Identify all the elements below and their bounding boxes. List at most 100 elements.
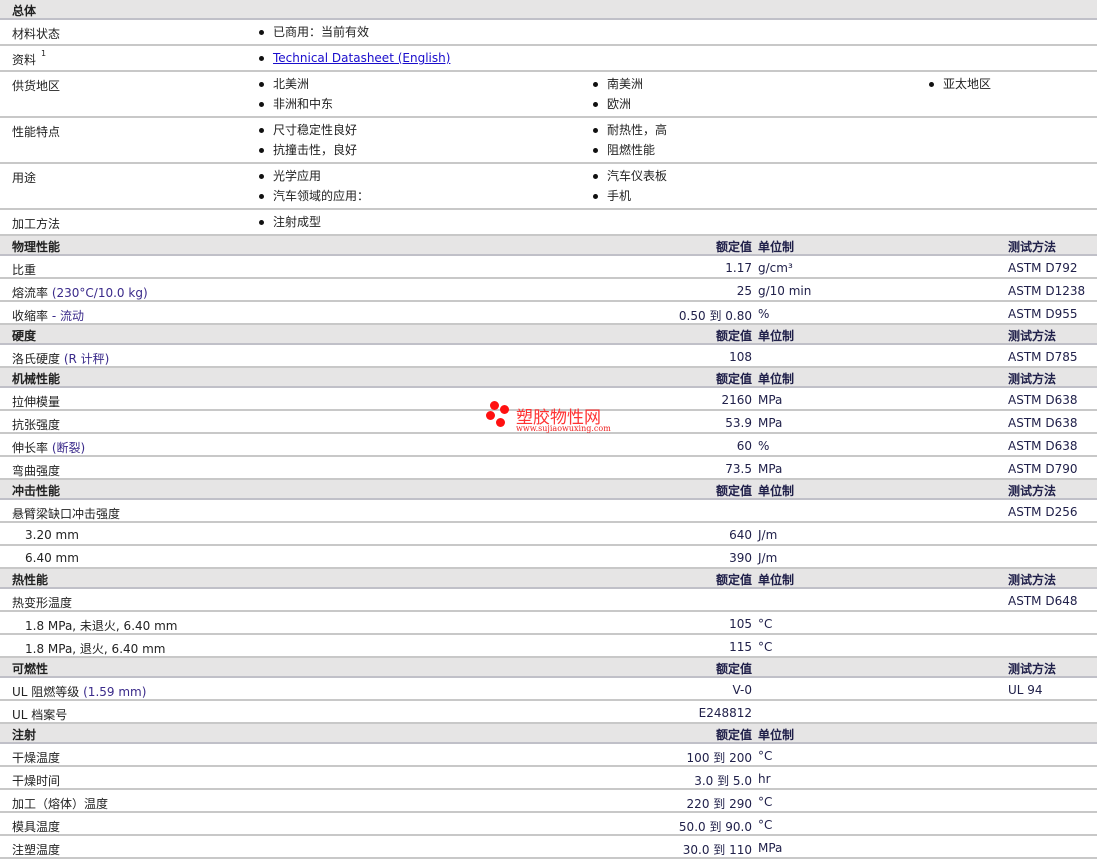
- column-unit-header: 单位制: [758, 573, 795, 587]
- section-header: 物理性能 额定值 单位制 测试方法: [0, 236, 1097, 256]
- list-item: 汽车领域的应用：: [258, 186, 592, 206]
- list-item-text: 南美洲: [607, 77, 644, 91]
- row-values: 尺寸稳定性良好 耐热性，高 抗撞击性，良好 阻燃性能: [258, 120, 1097, 160]
- property-name: 3.20 mm: [25, 528, 79, 542]
- column-unit-header: 单位制: [758, 329, 795, 343]
- section-title: 总体: [12, 4, 37, 18]
- property-label: 6.40 mm: [25, 551, 79, 565]
- property-label: UL 阻燃等级 (1.59 mm): [12, 683, 146, 700]
- list-item-text: 阻燃性能: [607, 143, 656, 157]
- column-unit-header: 单位制: [758, 484, 795, 498]
- list-item-text: 耐热性，高: [607, 123, 668, 137]
- section-title: 物理性能: [12, 240, 61, 254]
- list-item-text: 已商用：当前有效: [273, 25, 370, 39]
- list-item-text: 手机: [607, 189, 632, 203]
- property-value: 73.5: [725, 462, 752, 476]
- column-unit-header: 单位制: [758, 372, 795, 386]
- test-method: UL 94: [1008, 683, 1043, 697]
- property-name: 拉伸模量: [12, 395, 61, 409]
- row-label: 加工方法: [12, 217, 61, 231]
- section-title: 冲击性能: [12, 484, 61, 498]
- column-method-header: 测试方法: [1008, 662, 1057, 676]
- property-unit: hr: [758, 772, 771, 786]
- list-item-text: 非洲和中东: [273, 97, 334, 111]
- property-value: 390: [729, 551, 752, 565]
- column-nominal-header: 额定值: [715, 484, 752, 498]
- property-row: 悬臂梁缺口冲击强度 ASTM D256: [0, 500, 1097, 523]
- property-unit: °C: [758, 749, 773, 763]
- property-name: 悬臂梁缺口冲击强度: [12, 507, 121, 521]
- property-unit: MPa: [758, 462, 783, 476]
- test-method: ASTM D1238: [1008, 284, 1086, 298]
- general-row: 供货地区 北美洲 南美洲 亚太地区非洲和中东 欧洲: [0, 72, 1097, 118]
- property-row: 收缩率 - 流动 0.50 到 0.80% ASTM D955: [0, 302, 1097, 325]
- property-value: 115: [729, 640, 752, 654]
- property-label: 1.8 MPa, 退火, 6.40 mm: [25, 640, 165, 657]
- property-row: 6.40 mm 390 J/m: [0, 546, 1097, 569]
- property-unit: °C: [758, 795, 773, 809]
- list-item: 光学应用: [258, 166, 592, 186]
- list-item: 注射成型: [258, 212, 592, 232]
- property-label: 热变形温度: [12, 594, 72, 611]
- column-nominal-header: 额定值: [715, 240, 752, 254]
- property-row: 1.8 MPa, 未退火, 6.40 mm 105 °C: [0, 612, 1097, 635]
- property-value: 50.0 到 90.0: [678, 820, 752, 834]
- property-value: E248812: [698, 706, 752, 720]
- section-header: 可燃性 额定值 测试方法: [0, 658, 1097, 678]
- row-values: 注射成型: [258, 212, 1097, 232]
- property-unit: °C: [758, 617, 773, 631]
- test-method: ASTM D638: [1008, 439, 1078, 453]
- row-values: 已商用：当前有效: [258, 22, 1097, 42]
- list-item: 阻燃性能: [592, 140, 928, 160]
- property-name: 热变形温度: [12, 596, 73, 610]
- list-item: 耐热性，高: [592, 120, 928, 140]
- property-value: 25: [736, 284, 752, 298]
- property-name: 熔流率: [12, 286, 49, 300]
- row-values: 光学应用 汽车仪表板 汽车领域的应用： 手机: [258, 166, 1097, 206]
- property-row: 比重 1.17 g/cm³ ASTM D792: [0, 256, 1097, 279]
- property-row: UL 阻燃等级 (1.59 mm) V-0 UL 94: [0, 678, 1097, 701]
- property-unit: J/m: [758, 528, 778, 542]
- section-title: 硬度: [12, 329, 37, 343]
- property-value: 53.9: [725, 416, 752, 430]
- property-value: 60: [736, 439, 752, 453]
- property-label: 拉伸模量: [12, 393, 60, 410]
- property-value: 105: [729, 617, 752, 631]
- datasheet-link[interactable]: Technical Datasheet (English): [273, 51, 450, 65]
- property-value: 108: [729, 350, 752, 364]
- property-label: 弯曲强度: [12, 462, 60, 479]
- list-item-text: 北美洲: [273, 77, 310, 91]
- list-item: 欧洲: [592, 94, 928, 114]
- property-unit: MPa: [758, 841, 783, 855]
- column-method-header: 测试方法: [1008, 329, 1057, 343]
- property-name: 干燥时间: [12, 774, 61, 788]
- property-name: 抗张强度: [12, 418, 61, 432]
- property-value: 2160: [721, 393, 752, 407]
- property-condition: (R 计秤): [63, 352, 110, 366]
- row-label: 性能特点: [12, 125, 61, 139]
- property-name: UL 阻燃等级: [12, 685, 80, 699]
- section-title: 可燃性: [12, 662, 49, 676]
- property-row: 弯曲强度 73.5 MPa ASTM D790: [0, 457, 1097, 480]
- property-value: 100 到 200: [686, 751, 752, 765]
- section-title: 热性能: [12, 573, 49, 587]
- property-name: 加工（熔体）温度: [12, 797, 109, 811]
- property-unit: J/m: [758, 551, 778, 565]
- list-item-text: 亚太地区: [943, 77, 992, 91]
- property-row: 干燥时间 3.0 到 5.0 hr: [0, 767, 1097, 790]
- property-label: 干燥时间: [12, 772, 60, 789]
- section-title: 注射: [12, 728, 37, 742]
- column-method-header: 测试方法: [1008, 240, 1057, 254]
- list-item: 南美洲: [592, 74, 928, 94]
- row-label: 用途: [12, 171, 37, 185]
- list-item-text: 汽车领域的应用：: [273, 189, 370, 203]
- general-row: 加工方法 注射成型: [0, 210, 1097, 236]
- property-label: 收缩率 - 流动: [12, 307, 84, 324]
- test-method: ASTM D256: [1008, 505, 1078, 519]
- row-label: 供货地区: [12, 79, 61, 93]
- property-name: 1.8 MPa, 退火, 6.40 mm: [25, 642, 166, 656]
- property-label: 比重: [12, 261, 36, 278]
- section-header: 热性能 额定值 单位制 测试方法: [0, 569, 1097, 589]
- list-item: 手机: [592, 186, 928, 206]
- list-item: 非洲和中东: [258, 94, 592, 114]
